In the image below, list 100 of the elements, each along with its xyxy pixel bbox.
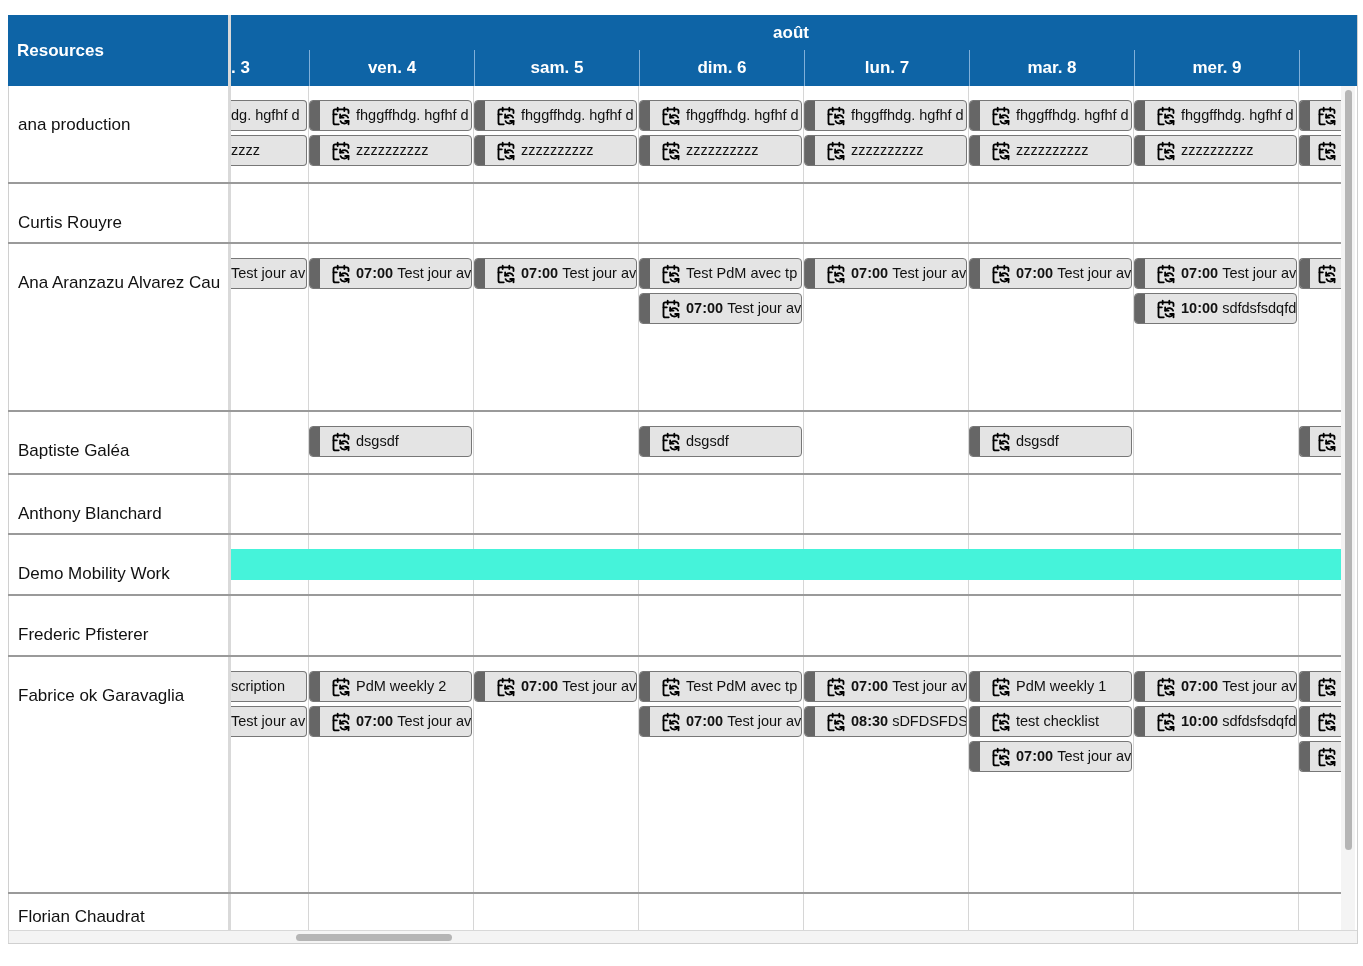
calendar-sync-icon bbox=[1317, 676, 1337, 697]
event-chip[interactable]: 07:00 Test jour av bbox=[309, 706, 472, 737]
event-chip[interactable]: zzzzzzzzzz bbox=[804, 135, 967, 166]
event-chip[interactable]: 07:00 Test jour av bbox=[1134, 671, 1297, 702]
event-chip[interactable]: 07:00 Test jour av bbox=[1134, 258, 1297, 289]
calendar-sync-icon bbox=[661, 676, 681, 697]
calendar-sync-icon bbox=[331, 105, 351, 126]
resource-name: Anthony Blanchard bbox=[18, 504, 162, 523]
event-chip[interactable]: 10:00 sdfdsfsdqfd bbox=[1134, 706, 1297, 737]
event-chip[interactable]: test checklist bbox=[969, 706, 1132, 737]
calendar-sync-icon bbox=[331, 263, 351, 284]
event-chip[interactable]: 07:00 Test jour av bbox=[474, 258, 637, 289]
event-chip[interactable]: dsgsdf bbox=[639, 426, 802, 457]
event-chip[interactable]: 07:00 Test jour av bbox=[804, 258, 967, 289]
event-chip[interactable]: 07:00 Test jour av bbox=[969, 741, 1132, 772]
resource-name: Frederic Pfisterer bbox=[18, 625, 149, 644]
event-chip[interactable]: scription bbox=[231, 671, 307, 702]
event-chip[interactable]: 07:00 Test jour av bbox=[474, 671, 637, 702]
resource-name: Florian Chaudrat bbox=[18, 907, 145, 926]
calendar-sync-icon bbox=[1317, 140, 1337, 161]
horizontal-scrollbar[interactable] bbox=[8, 930, 1357, 943]
calendar-sync-icon bbox=[661, 263, 681, 284]
day-header: lun. 7 bbox=[864, 57, 910, 80]
calendar-sync-icon bbox=[991, 746, 1011, 767]
event-chip[interactable] bbox=[1299, 741, 1341, 772]
calendar-sync-icon bbox=[826, 105, 846, 126]
calendar-sync-icon bbox=[826, 263, 846, 284]
event-chip[interactable]: PdM weekly 2 bbox=[309, 671, 472, 702]
event-chip[interactable]: Test PdM avec tp bbox=[639, 671, 802, 702]
event-chip[interactable]: zzzzzzzzzz bbox=[1134, 135, 1297, 166]
vertical-scrollbar[interactable] bbox=[1341, 86, 1355, 930]
event-chip[interactable] bbox=[1299, 135, 1341, 166]
event-chip[interactable]: Test PdM avec tp bbox=[639, 258, 802, 289]
event-chip[interactable]: fhggffhdg. hgfhf d bbox=[1134, 100, 1297, 131]
event-chip[interactable]: fhggffhdg. hgfhf d bbox=[474, 100, 637, 131]
day-header: dim. 6 bbox=[697, 57, 747, 80]
calendar-sync-icon bbox=[1317, 263, 1337, 284]
calendar-sync-icon bbox=[826, 676, 846, 697]
resource-name: Ana Aranzazu Alvarez Cau bbox=[18, 273, 221, 292]
event-chip[interactable] bbox=[1299, 258, 1341, 289]
calendar-sync-icon bbox=[826, 140, 846, 161]
calendar-sync-icon bbox=[991, 105, 1011, 126]
event-chip[interactable] bbox=[1299, 426, 1341, 457]
resource-name: ana production bbox=[18, 115, 131, 134]
calendar-sync-icon bbox=[1156, 711, 1176, 732]
event-chip[interactable]: 07:00 Test jour av bbox=[969, 258, 1132, 289]
day-header: ven. 4 bbox=[367, 57, 417, 80]
event-chip[interactable]: dg. hgfhf d bbox=[231, 100, 307, 131]
event-chip[interactable] bbox=[1299, 706, 1341, 737]
day-header: mar. 8 bbox=[1027, 57, 1077, 80]
calendar-sync-icon bbox=[1156, 140, 1176, 161]
event-chip[interactable] bbox=[1299, 100, 1341, 131]
resource-name: Fabrice ok Garavaglia bbox=[18, 686, 185, 705]
calendar-sync-icon bbox=[991, 140, 1011, 161]
day-header: . 3 bbox=[231, 57, 250, 80]
event-chip[interactable]: zzzzzzzzzz bbox=[474, 135, 637, 166]
calendar-sync-icon bbox=[991, 431, 1011, 452]
event-chip[interactable]: 07:00 Test jour av bbox=[309, 258, 472, 289]
event-chip[interactable]: fhggffhdg. hgfhf d bbox=[969, 100, 1132, 131]
event-chip[interactable]: 07:00 Test jour av bbox=[639, 706, 802, 737]
event-chip[interactable]: 10:00 sdfdsfsdqfd bbox=[1134, 293, 1297, 324]
event-chip[interactable]: dsgsdf bbox=[969, 426, 1132, 457]
event-chip[interactable]: dsgsdf bbox=[309, 426, 472, 457]
calendar-sync-icon bbox=[1317, 711, 1337, 732]
calendar-sync-icon bbox=[1317, 746, 1337, 767]
calendar-sync-icon bbox=[331, 140, 351, 161]
event-chip[interactable]: zzzz bbox=[231, 135, 307, 166]
event-chip[interactable]: fhggffhdg. hgfhf d bbox=[309, 100, 472, 131]
calendar-sync-icon bbox=[991, 676, 1011, 697]
calendar-sync-icon bbox=[496, 263, 516, 284]
calendar-sync-icon bbox=[661, 711, 681, 732]
calendar-sync-icon bbox=[1317, 431, 1337, 452]
calendar-sync-icon bbox=[1156, 263, 1176, 284]
event-chip[interactable]: PdM weekly 1 bbox=[969, 671, 1132, 702]
calendar-sync-icon bbox=[496, 676, 516, 697]
resources-header: Resources bbox=[16, 39, 105, 62]
calendar-sync-icon bbox=[496, 105, 516, 126]
event-chip[interactable]: zzzzzzzzzz bbox=[309, 135, 472, 166]
event-chip[interactable]: zzzzzzzzzz bbox=[639, 135, 802, 166]
event-chip[interactable]: zzzzzzzzzz bbox=[969, 135, 1132, 166]
calendar-sync-icon bbox=[331, 711, 351, 732]
resource-name: Curtis Rouyre bbox=[18, 213, 122, 232]
event-chip[interactable]: 07:00 Test jour av bbox=[804, 671, 967, 702]
event-chip[interactable]: 07:00 Test jour av bbox=[639, 293, 802, 324]
event-chip[interactable]: fhggffhdg. hgfhf d bbox=[804, 100, 967, 131]
calendar-sync-icon bbox=[1156, 676, 1176, 697]
calendar-sync-icon bbox=[496, 140, 516, 161]
day-header: mer. 9 bbox=[1192, 57, 1242, 80]
resource-name: Demo Mobility Work bbox=[18, 564, 170, 583]
month-header: août bbox=[772, 21, 810, 44]
event-chip[interactable]: fhggffhdg. hgfhf d bbox=[639, 100, 802, 131]
calendar-sync-icon bbox=[661, 431, 681, 452]
calendar-sync-icon bbox=[1156, 105, 1176, 126]
event-chip[interactable]: Test jour av bbox=[231, 706, 307, 737]
calendar-sync-icon bbox=[661, 105, 681, 126]
event-chip[interactable] bbox=[1299, 671, 1341, 702]
calendar-sync-icon bbox=[991, 263, 1011, 284]
resource-name: Baptiste Galéa bbox=[18, 441, 130, 460]
calendar-sync-icon bbox=[991, 711, 1011, 732]
event-chip[interactable]: Test jour av bbox=[231, 258, 307, 289]
